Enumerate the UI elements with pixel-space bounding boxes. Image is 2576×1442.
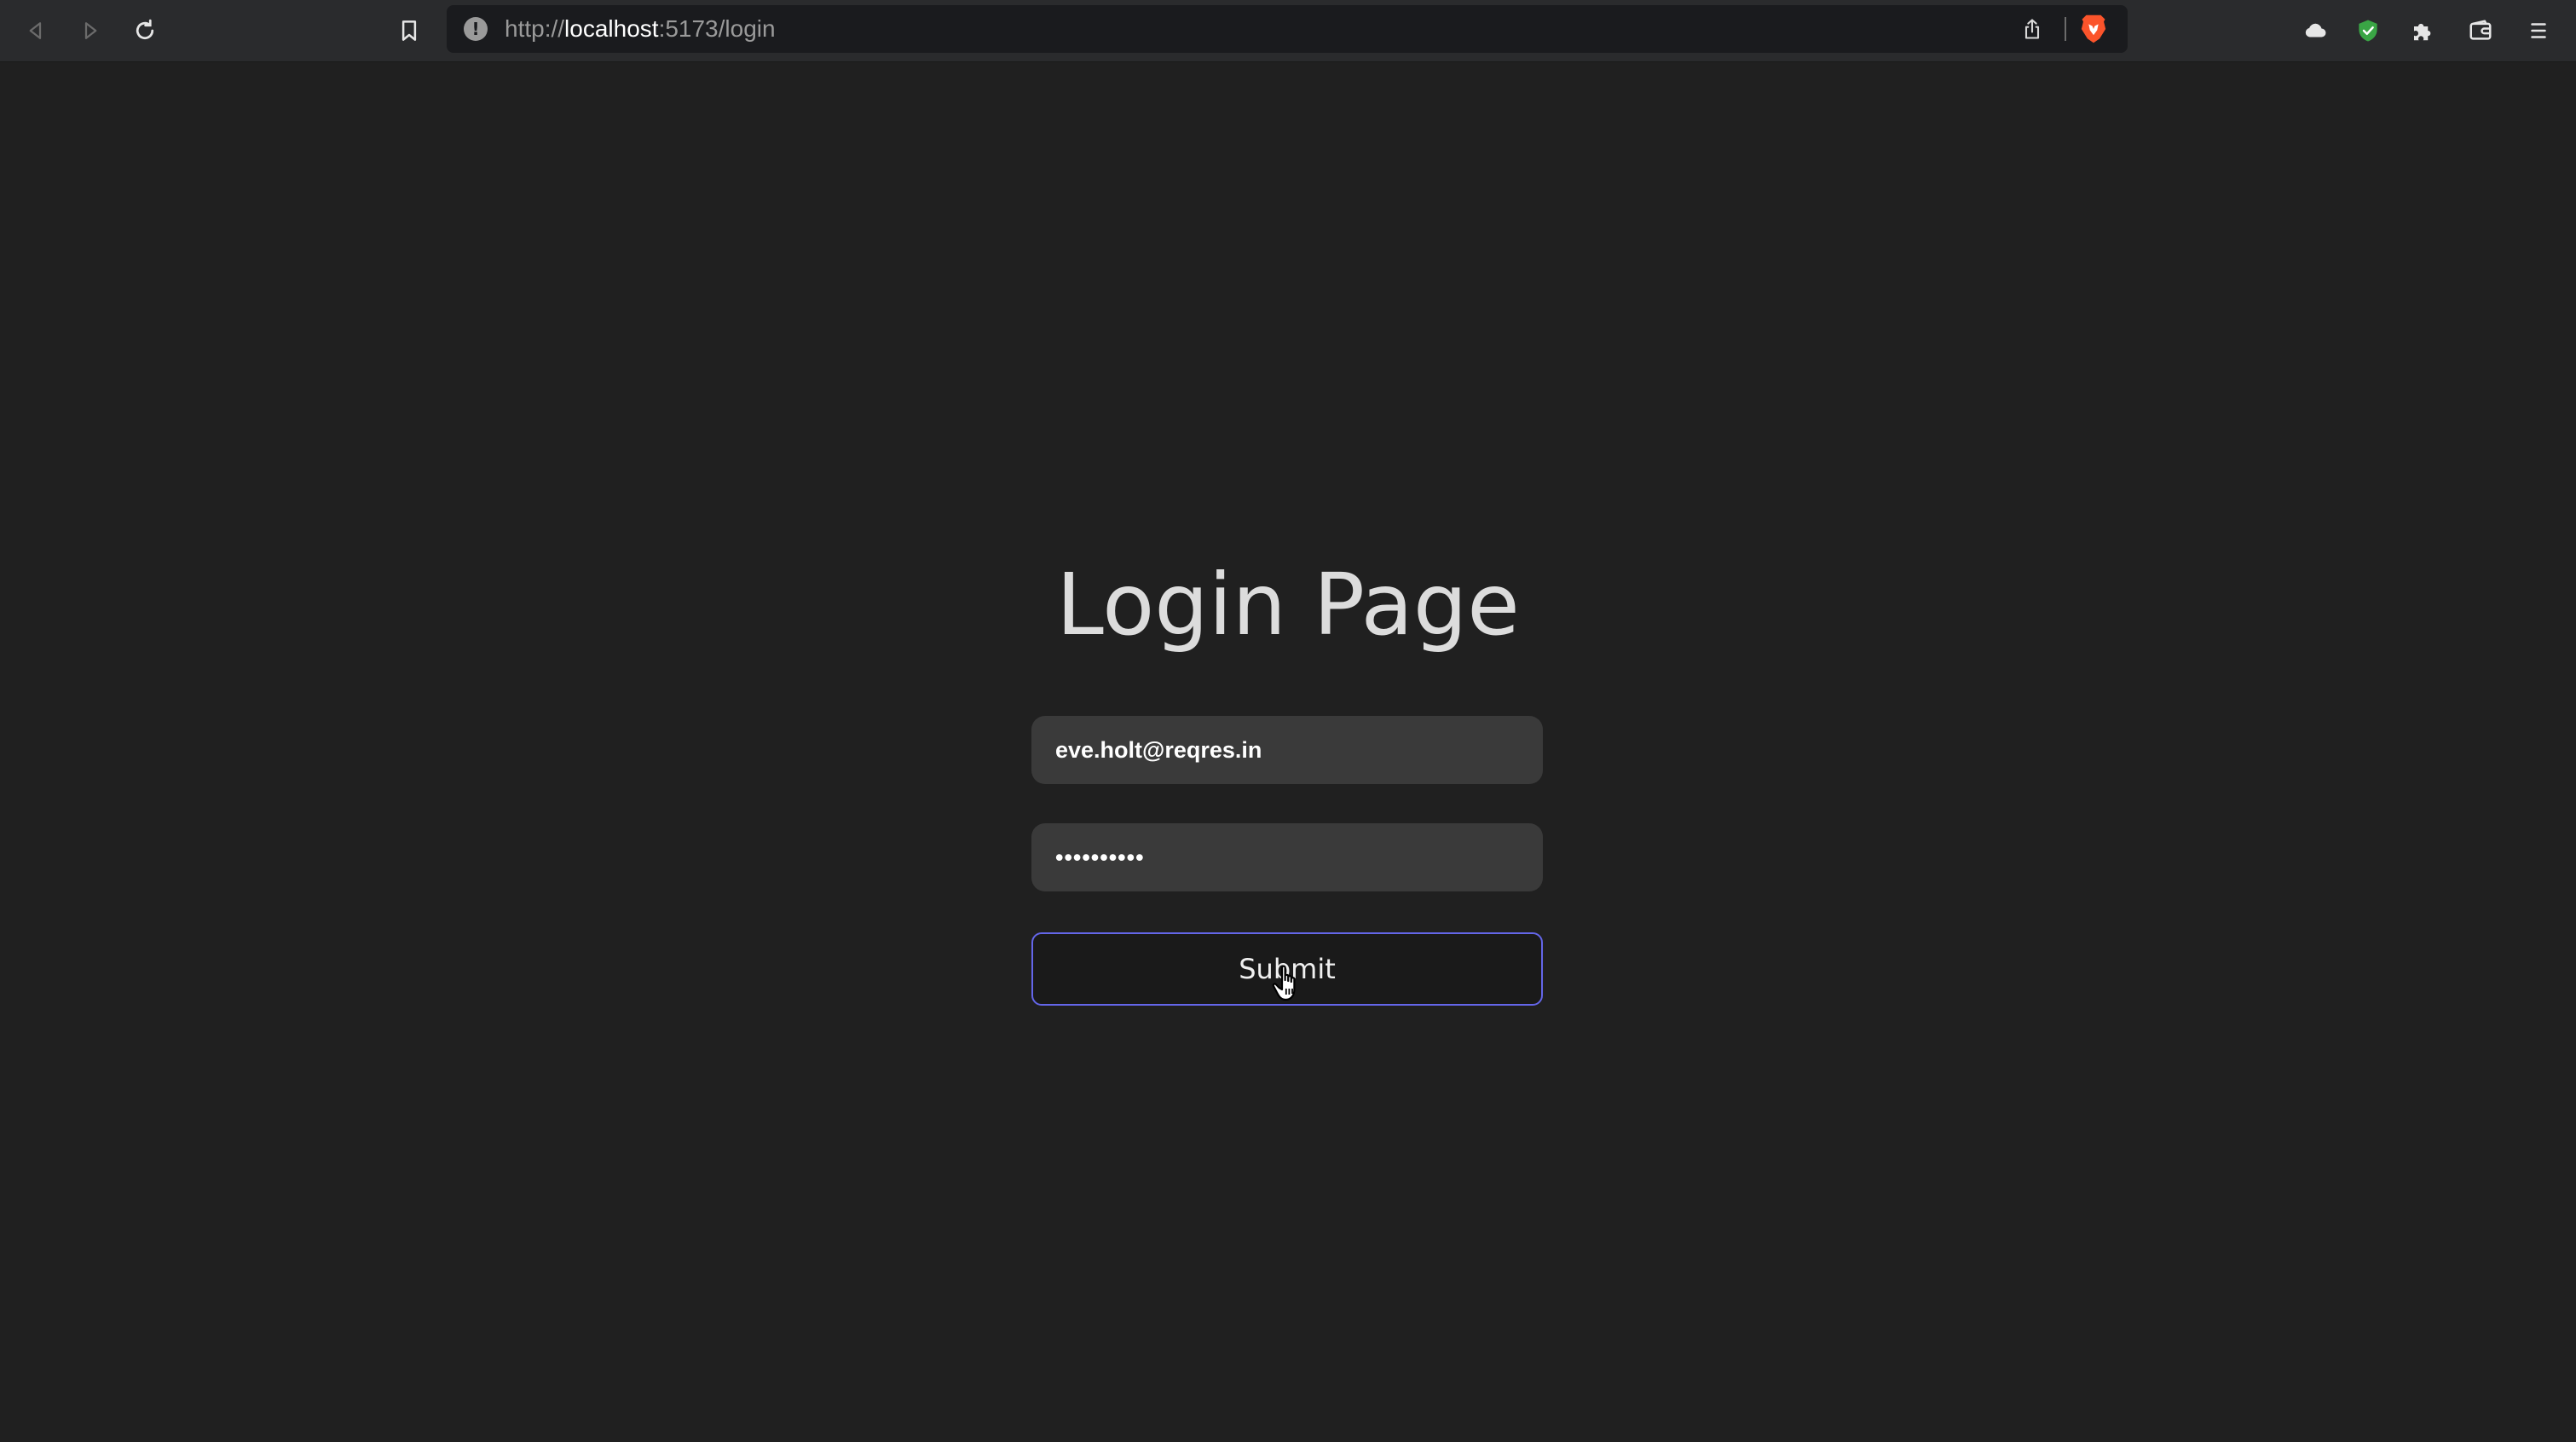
menu-button[interactable] [2516, 9, 2561, 53]
url-host: localhost [564, 15, 659, 42]
cloud-icon [2305, 23, 2326, 37]
url-scheme: http:// [505, 15, 565, 42]
share-button[interactable] [2017, 14, 2048, 44]
vpn-shield-button[interactable] [2346, 9, 2390, 53]
share-icon [2024, 19, 2040, 39]
forward-button[interactable] [68, 9, 113, 53]
cloud-button[interactable] [2293, 9, 2337, 53]
site-info-icon[interactable]: ! [464, 17, 488, 41]
bookmark-button[interactable] [387, 9, 431, 53]
extensions-button[interactable] [2400, 9, 2445, 53]
forward-icon [84, 22, 97, 39]
reload-button[interactable] [123, 9, 167, 53]
puzzle-icon [2414, 23, 2431, 41]
back-icon [29, 22, 42, 39]
shield-check-icon [2359, 20, 2377, 42]
url-path: :5173/login [658, 15, 776, 42]
bookmark-icon [401, 20, 417, 41]
address-bar[interactable]: ! http://localhost:5173/login [447, 5, 2128, 53]
wallet-button[interactable] [2458, 9, 2503, 53]
back-button[interactable] [14, 9, 58, 53]
hamburger-menu-icon [2531, 23, 2546, 38]
reload-icon [136, 19, 154, 40]
brave-shields-button[interactable] [2076, 12, 2111, 46]
url-text[interactable]: http://localhost:5173/login [505, 14, 776, 43]
submit-button[interactable]: Submit [1031, 932, 1543, 1006]
password-field[interactable] [1031, 823, 1543, 891]
url-divider [2065, 17, 2066, 41]
page-title: Login Page [1056, 555, 1520, 655]
brave-lion-icon [2081, 14, 2106, 43]
email-field[interactable] [1031, 716, 1543, 784]
wallet-icon [2469, 20, 2492, 40]
browser-toolbar: ! http://localhost:5173/login [0, 0, 2576, 62]
